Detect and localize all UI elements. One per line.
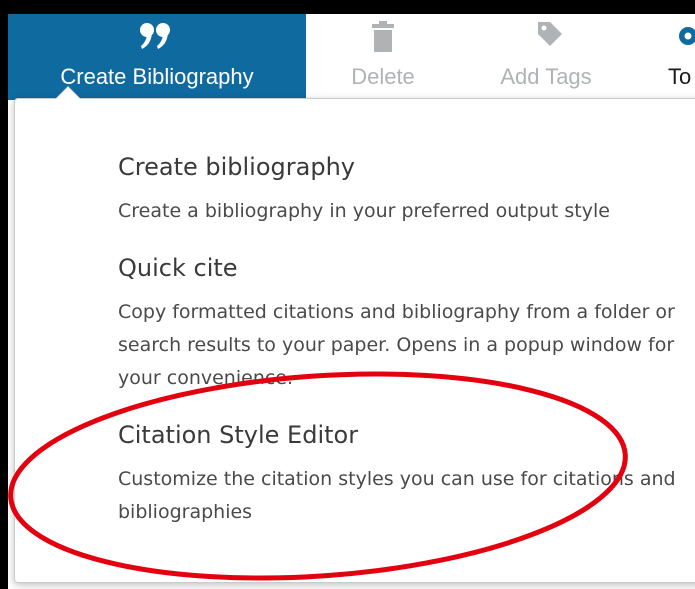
- menu-item-title: Citation Style Editor: [118, 421, 359, 449]
- menu-item-description: Copy formatted citations and bibliograph…: [118, 301, 675, 389]
- menu-item-create-bibliography[interactable]: Create bibliography Create a bibliograph…: [118, 151, 693, 228]
- delete-button[interactable]: Delete: [318, 14, 448, 100]
- tag-icon: [466, 20, 626, 50]
- create-bibliography-label: Create Bibliography: [60, 64, 254, 89]
- app-window: Create Bibliography Delete Add Tags To C…: [8, 14, 695, 589]
- dropdown-caret: [55, 86, 81, 99]
- tools-button[interactable]: To: [656, 14, 695, 100]
- bibliography-dropdown: Create bibliography Create a bibliograph…: [14, 86, 695, 583]
- menu-item-description: Create a bibliography in your preferred …: [118, 200, 610, 222]
- menu-item-description: Customize the citation styles you can us…: [118, 468, 676, 523]
- menu-item-quick-cite[interactable]: Quick cite Copy formatted citations and …: [118, 252, 693, 395]
- add-tags-button[interactable]: Add Tags: [466, 14, 626, 100]
- delete-label: Delete: [351, 64, 415, 89]
- tools-label: To: [668, 64, 692, 89]
- create-bibliography-button[interactable]: Create Bibliography: [8, 14, 306, 100]
- menu-item-title: Quick cite: [118, 254, 238, 282]
- dropdown-menu: Create bibliography Create a bibliograph…: [118, 151, 693, 553]
- toolbar: Create Bibliography Delete Add Tags To: [8, 14, 695, 100]
- menu-item-citation-style-editor[interactable]: Citation Style Editor Customize the cita…: [118, 419, 693, 529]
- add-tags-label: Add Tags: [500, 64, 592, 89]
- menu-item-title: Create bibliography: [118, 153, 355, 181]
- quote-icon: [8, 20, 306, 50]
- gear-icon: [656, 20, 695, 50]
- trash-icon: [318, 20, 448, 52]
